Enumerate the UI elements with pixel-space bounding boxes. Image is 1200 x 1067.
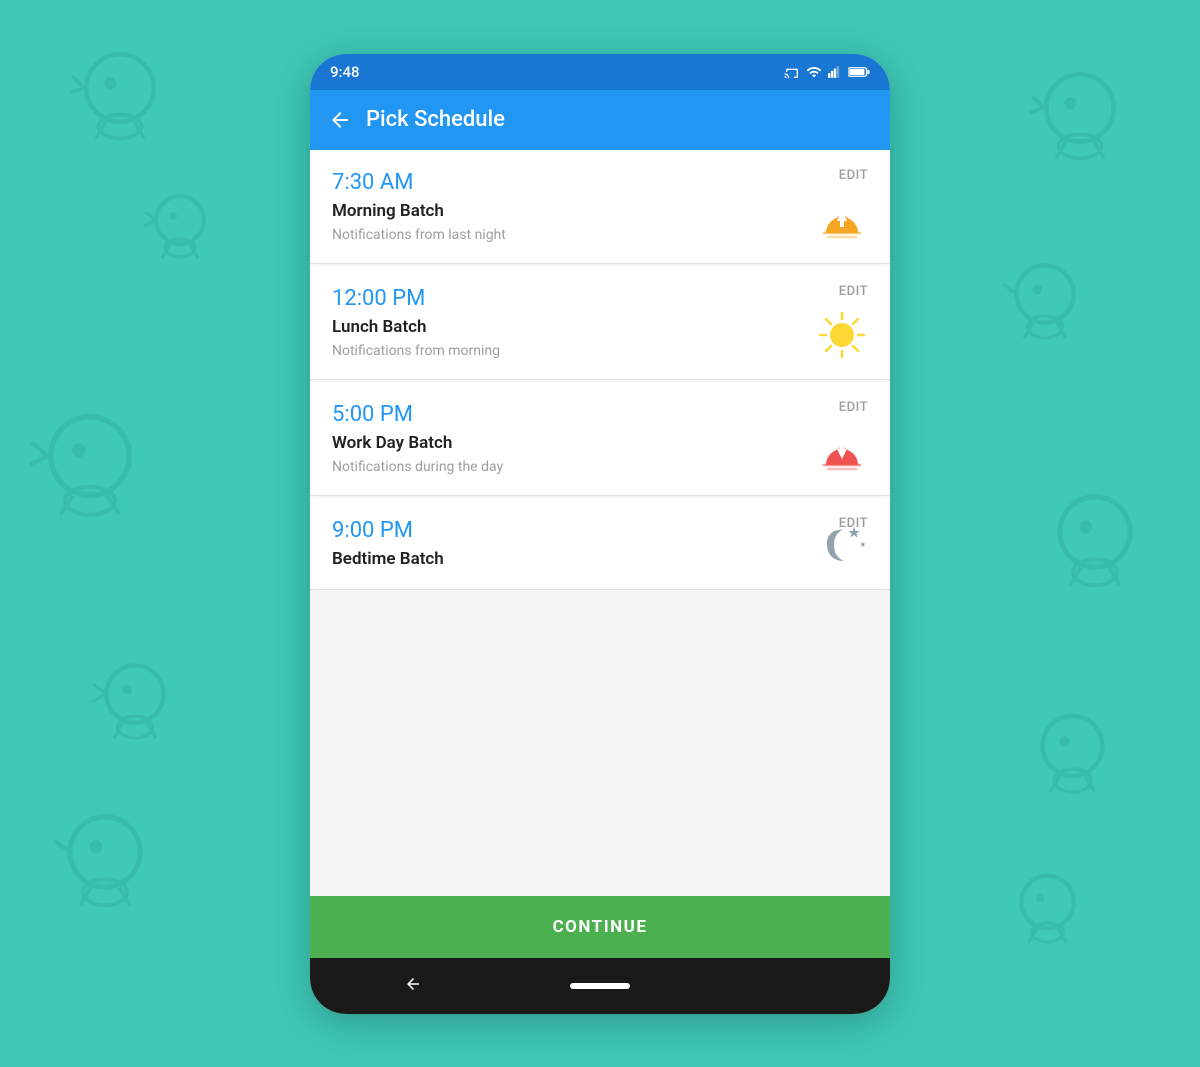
evening-edit-btn[interactable]: EDIT (839, 400, 868, 415)
nav-home-indicator[interactable] (570, 983, 630, 989)
evening-time: 5:00 PM (332, 402, 868, 427)
morning-edit-btn[interactable]: EDIT (839, 168, 868, 183)
status-bar: 9:48 (310, 54, 890, 90)
back-button[interactable] (328, 108, 352, 132)
continue-button[interactable]: CONTINUE (310, 896, 890, 958)
status-icons (784, 64, 870, 80)
continue-label: CONTINUE (553, 917, 648, 937)
morning-icon (816, 193, 868, 245)
lunch-icon (816, 309, 868, 361)
night-title: Bedtime Batch (332, 549, 868, 569)
night-icon (816, 519, 868, 571)
phone-frame: 9:48 (310, 54, 890, 1014)
content-area: 7:30 AM Morning Batch Notifications from… (310, 150, 890, 896)
evening-icon (816, 425, 868, 477)
battery-icon (848, 66, 870, 78)
app-bar: Pick Schedule (310, 90, 890, 150)
night-time: 9:00 PM (332, 518, 868, 543)
lunch-title: Lunch Batch (332, 317, 868, 337)
nav-back-button[interactable] (404, 974, 422, 998)
morning-subtitle: Notifications from last night (332, 227, 868, 243)
evening-title: Work Day Batch (332, 433, 868, 453)
morning-title: Morning Batch (332, 201, 868, 221)
signal-icon (828, 64, 842, 80)
app-title: Pick Schedule (366, 107, 505, 132)
nav-bar (310, 958, 890, 1014)
schedule-card-night[interactable]: 9:00 PM Bedtime Batch EDIT (310, 498, 890, 590)
schedule-card-evening[interactable]: 5:00 PM Work Day Batch Notifications dur… (310, 382, 890, 496)
morning-time: 7:30 AM (332, 170, 868, 195)
evening-subtitle: Notifications during the day (332, 459, 868, 475)
schedule-card-morning[interactable]: 7:30 AM Morning Batch Notifications from… (310, 150, 890, 264)
cast-icon (784, 64, 800, 80)
lunch-subtitle: Notifications from morning (332, 343, 868, 359)
schedule-card-lunch[interactable]: 12:00 PM Lunch Batch Notifications from … (310, 266, 890, 380)
wifi-icon (806, 64, 822, 80)
lunch-edit-btn[interactable]: EDIT (839, 284, 868, 299)
lunch-time: 12:00 PM (332, 286, 868, 311)
status-time: 9:48 (330, 63, 360, 81)
